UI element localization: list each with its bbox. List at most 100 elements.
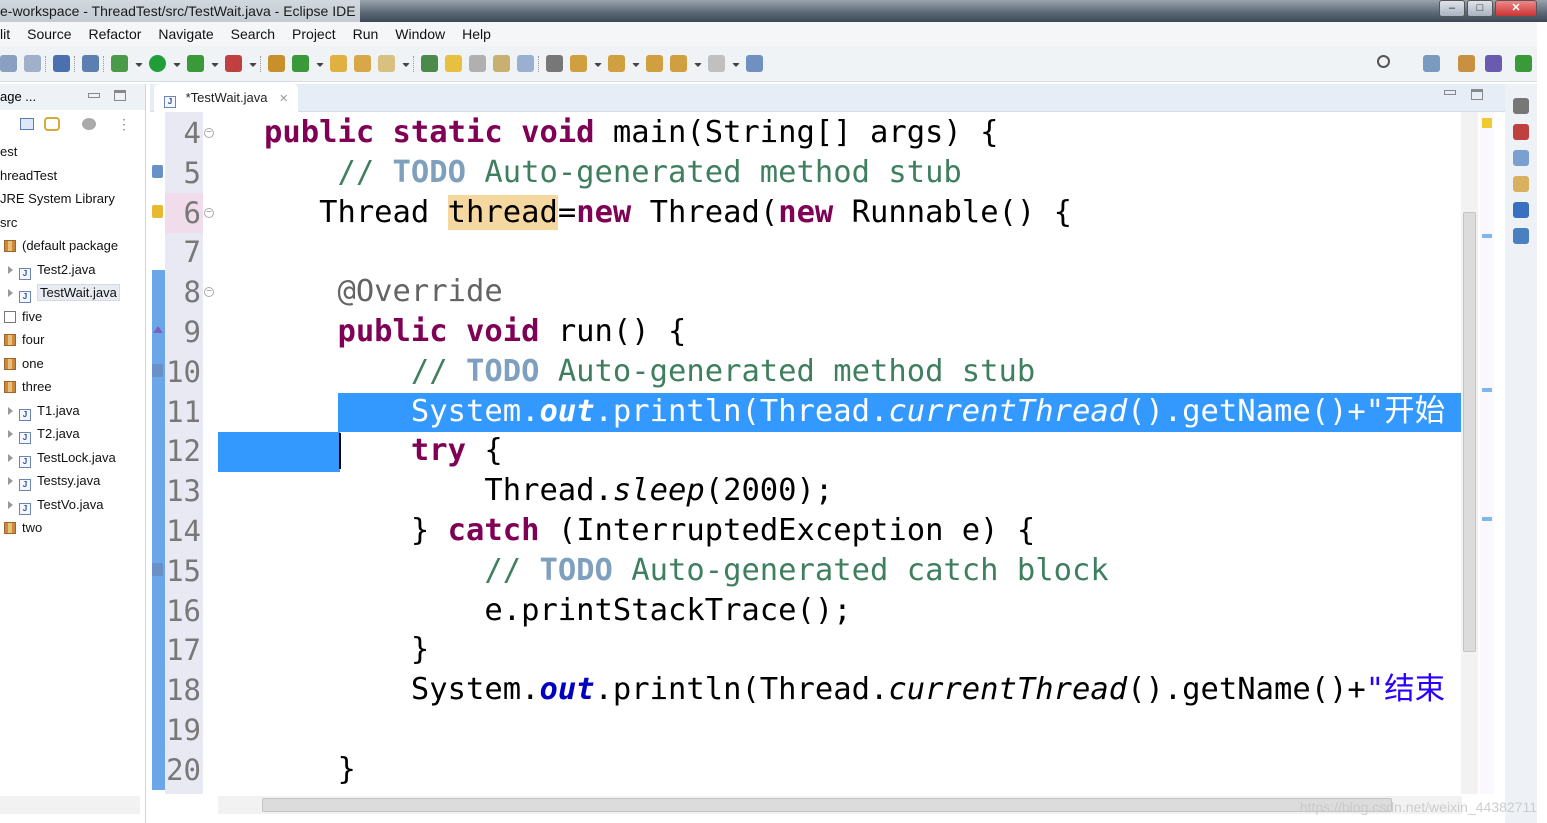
skip-breakpoints-icon[interactable] [82,55,99,72]
block-selection-icon[interactable] [493,55,510,72]
code-line[interactable]: // TODO Auto-generated catch block [218,551,1462,591]
menu-source[interactable]: Source [27,22,71,46]
menu-refactor[interactable]: Refactor [88,22,141,46]
debug-view-icon[interactable] [1513,228,1529,244]
menu-window[interactable]: Window [395,22,445,46]
dropdown-icon[interactable] [632,63,640,67]
code-line[interactable]: } [218,750,1462,790]
tree-item-two[interactable]: two [4,516,42,539]
open-task-icon[interactable] [354,55,371,72]
minimize-editor-icon[interactable] [1444,90,1456,95]
git-perspective-icon[interactable] [1458,55,1475,72]
java-perspective-icon[interactable] [1485,55,1502,72]
tab-close-icon[interactable]: ✕ [279,93,288,105]
console-icon[interactable] [1513,202,1529,218]
override-marker-icon[interactable] [153,326,163,333]
fold-toggle-icon[interactable]: − [204,128,214,138]
external-tools-icon[interactable] [225,55,242,72]
prev-annotation-icon[interactable] [608,55,625,72]
dropdown-icon[interactable] [594,63,602,67]
dropdown-icon[interactable] [211,63,219,67]
task-marker-icon[interactable] [152,363,163,377]
debug-icon[interactable] [111,55,128,72]
expand-arrow-icon[interactable] [8,500,13,509]
menu-project[interactable]: Project [292,22,336,46]
tree-item-five[interactable]: five [4,305,42,328]
code-area[interactable]: public static void main(String[] args) {… [218,112,1462,794]
maximize-view-icon[interactable] [114,90,126,101]
code-line[interactable]: try { [218,431,1462,471]
breakpoints-icon[interactable] [1513,124,1529,140]
pilcrow-icon[interactable] [546,55,563,72]
code-line[interactable]: e.printStackTrace(); [218,591,1462,631]
horizontal-scrollbar[interactable] [218,796,1462,814]
search-icon[interactable] [378,55,395,72]
restore-icon[interactable] [1513,98,1529,114]
tree-item-three[interactable]: three [4,375,52,398]
code-line[interactable]: // TODO Auto-generated method stub [218,352,1462,392]
save-all-icon[interactable] [24,55,41,72]
vertical-scrollbar[interactable] [1461,112,1478,794]
view-menu-icon[interactable]: ⋮ [117,116,131,133]
tree-item-testsy-java[interactable]: J Testsy.java [8,469,100,492]
code-line[interactable]: Thread thread=new Thread(new Runnable() … [218,193,1462,233]
coverage-icon[interactable] [187,55,204,72]
tree-item-est[interactable]: est [0,140,17,163]
code-line[interactable]: System.out.println(Thread.currentThread(… [218,670,1462,710]
pin-editor-icon[interactable] [746,55,763,72]
code-line[interactable]: Thread.sleep(2000); [218,471,1462,511]
new-class-icon[interactable] [292,55,309,72]
occurrence-marker[interactable] [1482,388,1492,392]
menu-search[interactable]: Search [231,22,275,46]
tree-item-t2-java[interactable]: J T2.java [8,422,80,445]
vertical-scroll-thumb[interactable] [1463,212,1476,652]
minimize-view-icon[interactable] [88,93,100,98]
minimize-button[interactable]: – [1439,0,1465,17]
open-perspective-icon[interactable] [1423,55,1440,72]
tab-testwait-java[interactable]: J *TestWait.java ✕ [154,84,299,112]
dropdown-icon[interactable] [694,63,702,67]
code-line[interactable] [218,710,1462,750]
dropdown-icon[interactable] [135,63,143,67]
left-panel-horizontal-scrollbar[interactable] [0,796,140,814]
menu-help[interactable]: Help [462,22,491,46]
code-line[interactable] [218,232,1462,272]
menu-lit[interactable]: lit [0,22,10,46]
occurrence-marker[interactable] [1482,234,1492,238]
package-explorer-tab[interactable]: age ... [0,84,145,110]
dropdown-icon[interactable] [732,63,740,67]
code-line[interactable]: } catch (InterruptedException e) { [218,511,1462,551]
tree-item-four[interactable]: four [4,328,44,351]
task-marker-icon[interactable] [152,562,163,576]
collapse-all-icon[interactable] [20,118,34,130]
expressions-icon[interactable] [1513,176,1529,192]
overview-ruler[interactable] [1480,112,1494,794]
last-edit-icon[interactable] [646,55,663,72]
code-line[interactable]: public static void main(String[] args) { [218,113,1462,153]
tree-item-testlock-java[interactable]: J TestLock.java [8,446,116,469]
new-java-package-icon[interactable] [268,55,285,72]
task-marker-icon[interactable] [152,164,163,178]
warning-marker[interactable] [1482,118,1492,128]
tree-item-testwait-java[interactable]: J TestWait.java [8,281,120,304]
dropdown-icon[interactable] [316,63,324,67]
dropdown-icon[interactable] [173,63,181,67]
expand-arrow-icon[interactable] [8,406,13,415]
code-line[interactable]: public void run() { [218,312,1462,352]
dropdown-icon[interactable] [249,63,257,67]
save-icon[interactable] [0,55,17,72]
expand-arrow-icon[interactable] [8,453,13,462]
forward-icon[interactable] [708,55,725,72]
code-line[interactable]: @Override [218,272,1462,312]
fold-toggle-icon[interactable]: − [204,287,214,298]
open-type-icon[interactable] [330,55,347,72]
expand-arrow-icon[interactable] [8,289,13,297]
expand-arrow-icon[interactable] [8,430,13,438]
tree-item-test2-java[interactable]: J Test2.java [8,258,96,281]
close-button[interactable]: ✕ [1495,0,1537,17]
warning-bulb-icon[interactable] [152,204,163,218]
occurrence-marker[interactable] [1482,517,1492,521]
tree-item-testvo-java[interactable]: J TestVo.java [8,493,104,516]
code-line[interactable]: } [218,630,1462,670]
variables-icon[interactable] [1513,150,1529,166]
